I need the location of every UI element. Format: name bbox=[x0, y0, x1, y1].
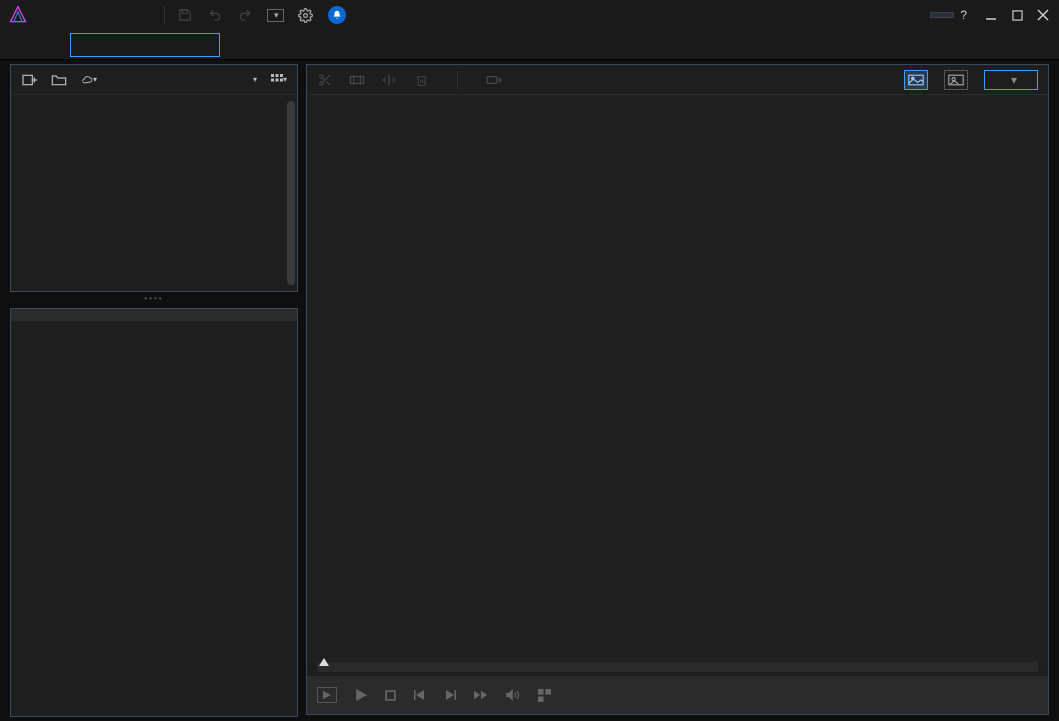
play-button[interactable] bbox=[355, 689, 367, 701]
minimize-button[interactable] bbox=[983, 7, 999, 23]
split-icon[interactable] bbox=[381, 72, 397, 88]
aspect-ratio-selector[interactable]: ▾ bbox=[267, 9, 284, 22]
welcome-banner[interactable] bbox=[930, 12, 954, 18]
vertical-scrollbar[interactable] bbox=[287, 101, 295, 285]
next-frame-button[interactable] bbox=[444, 689, 456, 701]
chevron-down-icon: ▾ bbox=[274, 10, 279, 21]
quick-toolbar: ▾ bbox=[177, 6, 346, 24]
panel-resize-handle[interactable]: •••• bbox=[10, 296, 298, 304]
redo-icon[interactable] bbox=[237, 7, 253, 23]
cloud-import-icon[interactable]: ▾ bbox=[81, 72, 97, 88]
app-logo-icon bbox=[8, 5, 28, 25]
chevron-down-icon: ▾ bbox=[253, 75, 257, 84]
volume-icon[interactable] bbox=[506, 689, 520, 701]
tab-effects[interactable] bbox=[370, 33, 520, 57]
window-controls bbox=[983, 7, 1051, 23]
delete-icon[interactable] bbox=[413, 72, 429, 88]
play-range-button[interactable] bbox=[317, 687, 337, 703]
transport-controls bbox=[307, 676, 1048, 714]
workspace: ▾ ▾ ▾ •••• bbox=[0, 60, 1059, 721]
view-grid-icon[interactable]: ▾ bbox=[271, 72, 287, 88]
title-bar: ▾ ? bbox=[0, 0, 1059, 30]
help-icon[interactable]: ? bbox=[960, 8, 967, 22]
separator bbox=[164, 6, 165, 24]
stop-button[interactable] bbox=[385, 690, 396, 701]
separator bbox=[457, 71, 458, 89]
snapshot-grid-icon[interactable] bbox=[538, 689, 551, 702]
view-original-button[interactable] bbox=[904, 70, 928, 90]
video-info-body bbox=[11, 321, 297, 716]
tab-produce[interactable] bbox=[520, 33, 670, 57]
view-split-button[interactable] bbox=[944, 70, 968, 90]
timeline-scrubber[interactable] bbox=[317, 662, 1038, 672]
preview-panel: ▾ bbox=[306, 64, 1049, 715]
cut-icon[interactable] bbox=[317, 72, 333, 88]
tab-adjust[interactable] bbox=[220, 33, 370, 57]
import-folder-icon[interactable] bbox=[51, 72, 67, 88]
video-info-header bbox=[11, 309, 297, 321]
right-column: ▾ bbox=[302, 60, 1059, 721]
video-info-panel bbox=[10, 308, 298, 717]
preview-viewport[interactable] bbox=[307, 95, 1048, 662]
keyframe-icon[interactable] bbox=[486, 72, 502, 88]
import-file-icon[interactable] bbox=[21, 72, 37, 88]
left-column: ▾ ▾ ▾ •••• bbox=[0, 60, 302, 721]
notification-bell-icon[interactable] bbox=[328, 6, 346, 24]
close-button[interactable] bbox=[1035, 7, 1051, 23]
media-toolbar: ▾ ▾ ▾ bbox=[11, 65, 297, 95]
media-library-panel: ▾ ▾ ▾ bbox=[10, 64, 298, 292]
maximize-button[interactable] bbox=[1009, 7, 1025, 23]
save-icon[interactable] bbox=[177, 7, 193, 23]
undo-icon[interactable] bbox=[207, 7, 223, 23]
playhead-icon[interactable] bbox=[319, 658, 329, 666]
settings-gear-icon[interactable] bbox=[298, 7, 314, 23]
prev-frame-button[interactable] bbox=[414, 689, 426, 701]
sort-icon[interactable] bbox=[223, 72, 239, 88]
media-library-body bbox=[11, 95, 297, 291]
chevron-down-icon: ▾ bbox=[1011, 73, 1017, 87]
tab-library[interactable] bbox=[70, 33, 220, 57]
fast-forward-button[interactable] bbox=[474, 689, 488, 701]
trim-icon[interactable] bbox=[349, 72, 365, 88]
preview-toolbar: ▾ bbox=[307, 65, 1048, 95]
zoom-fit-selector[interactable]: ▾ bbox=[984, 70, 1038, 90]
workspace-tabs bbox=[0, 30, 1059, 60]
